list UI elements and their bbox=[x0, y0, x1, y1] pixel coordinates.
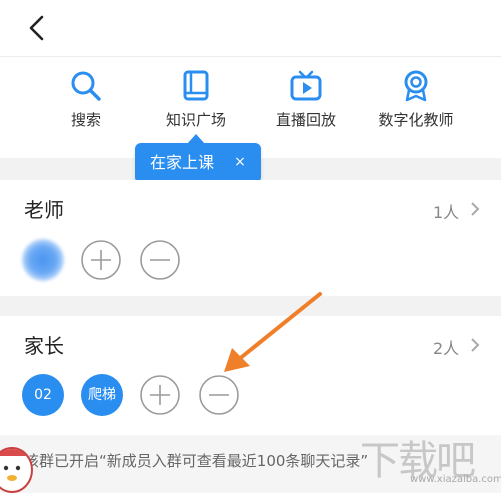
knowledge-square-label: 知识广场 bbox=[165, 111, 226, 129]
add-teacher-button[interactable] bbox=[81, 240, 121, 280]
remove-parent-button[interactable] bbox=[199, 375, 239, 415]
parent-count[interactable]: 2人 bbox=[433, 335, 459, 359]
digital-teacher-action[interactable]: 数字化教师 bbox=[361, 69, 471, 130]
book-icon bbox=[183, 70, 209, 101]
top-bar bbox=[0, 0, 501, 57]
mascot-icon bbox=[0, 447, 33, 493]
digital-teacher-label: 数字化教师 bbox=[378, 111, 454, 129]
home-class-tooltip[interactable]: 在家上课 × bbox=[135, 143, 261, 183]
search-action[interactable]: 搜索 bbox=[31, 69, 141, 130]
live-replay-label: 直播回放 bbox=[275, 111, 336, 129]
add-parent-button[interactable] bbox=[140, 375, 180, 415]
tooltip-text: 在家上课 bbox=[150, 153, 215, 172]
notice-text: 该群已开启“新成员入群可查看最近100条聊天记录” bbox=[24, 452, 369, 470]
tooltip-close-icon[interactable]: × bbox=[231, 142, 249, 182]
annotation-arrow-icon bbox=[224, 292, 322, 372]
search-action-label: 搜索 bbox=[70, 111, 101, 129]
parent-avatar[interactable]: 02 bbox=[22, 374, 64, 416]
parent-title: 家长 bbox=[24, 334, 64, 358]
teacher-count[interactable]: 1人 bbox=[433, 199, 459, 223]
watermark-url: www.xiazaiba.com bbox=[410, 474, 501, 485]
teacher-section: 老师 1人 bbox=[0, 180, 501, 296]
parent-avatar[interactable]: 爬梯 bbox=[81, 374, 123, 416]
back-arrow-icon[interactable] bbox=[22, 12, 52, 44]
teacher-avatar[interactable] bbox=[22, 239, 64, 281]
award-badge-icon bbox=[404, 70, 428, 102]
teacher-title: 老师 bbox=[24, 198, 64, 222]
chevron-right-icon[interactable] bbox=[470, 201, 480, 217]
knowledge-square-action[interactable]: 知识广场 bbox=[141, 69, 251, 130]
tv-play-icon bbox=[290, 70, 322, 101]
search-icon bbox=[71, 71, 101, 101]
remove-teacher-button[interactable] bbox=[140, 240, 180, 280]
quick-actions: 搜索 知识广场 直播回放 数字化教师 bbox=[0, 57, 501, 157]
chevron-right-icon[interactable] bbox=[470, 337, 480, 353]
live-replay-action[interactable]: 直播回放 bbox=[251, 69, 361, 130]
